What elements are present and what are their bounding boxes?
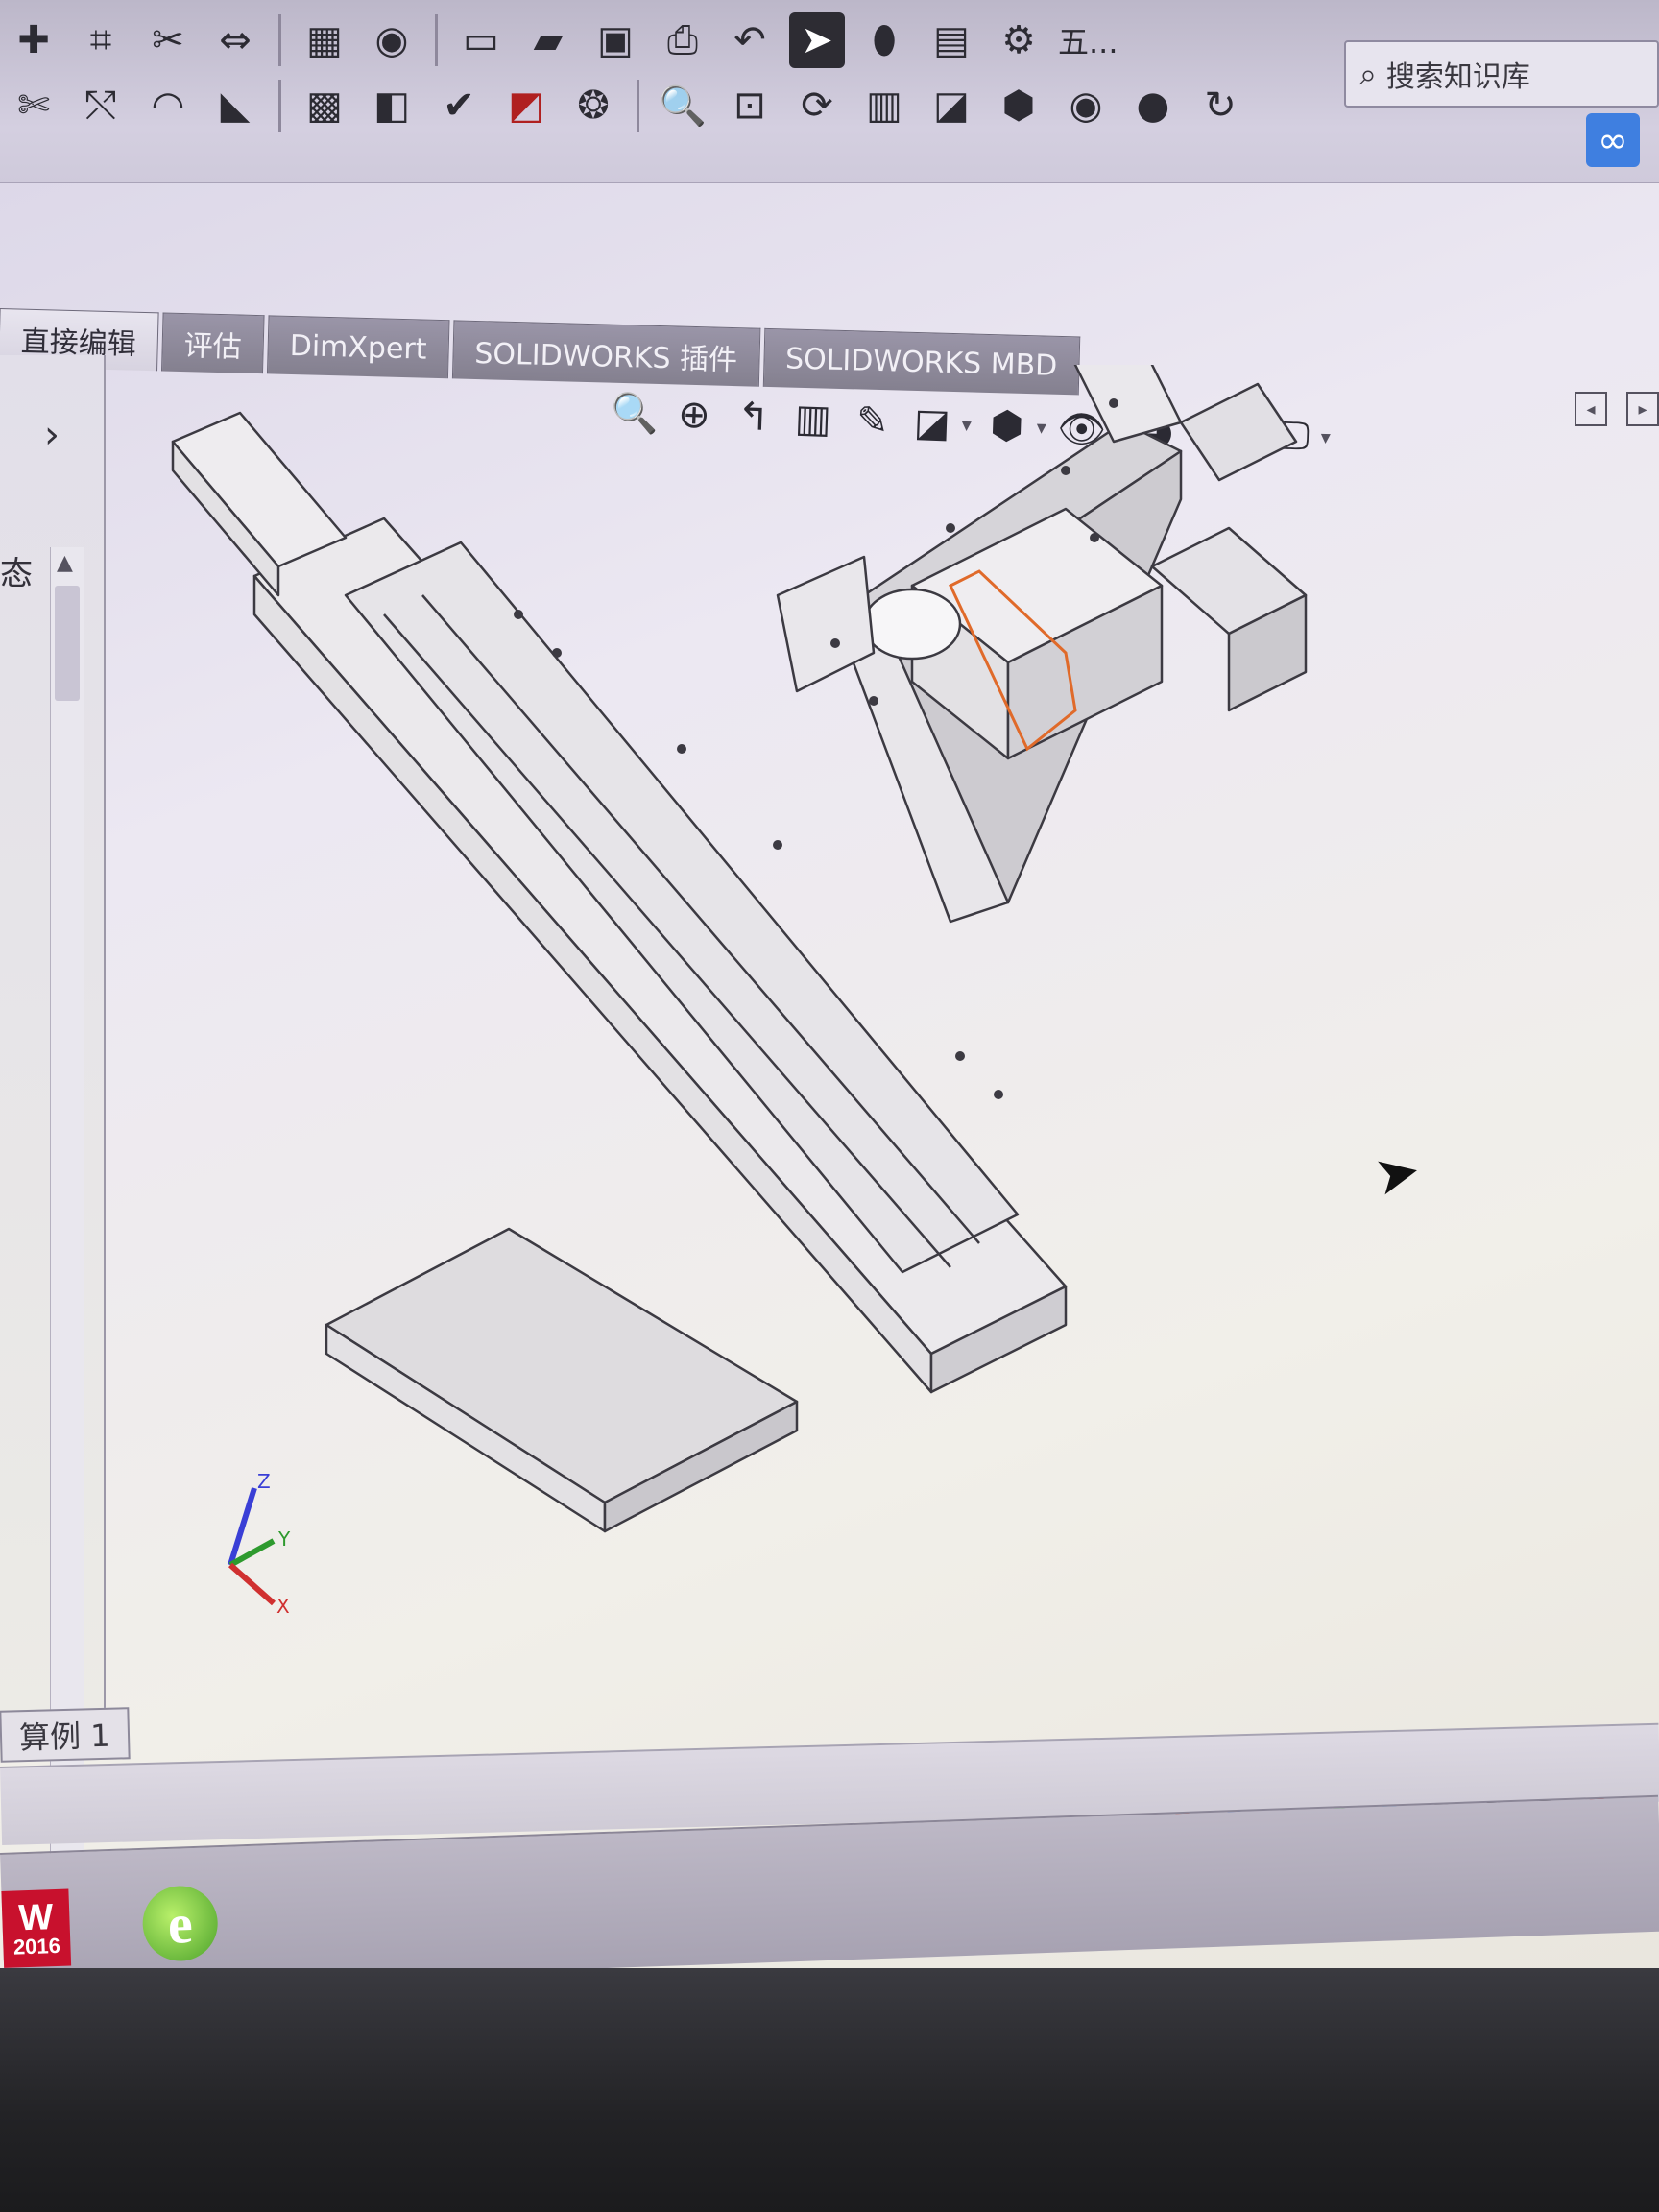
pattern-icon[interactable]: ❂ xyxy=(565,78,621,133)
revolve-icon[interactable]: ◉ xyxy=(364,12,420,68)
tab-label: 评估 xyxy=(183,329,243,365)
cloud-icon[interactable]: ∞ xyxy=(1586,113,1640,167)
graphics-area[interactable] xyxy=(106,325,1659,1651)
knowledge-search-field[interactable]: ⌕ 搜索知识库 xyxy=(1344,40,1659,108)
toolbar-separator xyxy=(278,14,281,66)
reference-triad: Z Y X xyxy=(228,1470,291,1618)
sketch-icon[interactable]: ✚ xyxy=(6,12,61,68)
new-document-icon[interactable]: ▭ xyxy=(453,12,509,68)
undo-icon[interactable]: ↶ xyxy=(722,12,778,68)
offset-icon[interactable]: ⤲ xyxy=(73,78,129,133)
select-icon[interactable]: ➤ xyxy=(789,12,845,68)
search-icon: ⌕ xyxy=(1359,55,1377,92)
refresh-icon[interactable]: ↻ xyxy=(1192,78,1248,133)
extruded-boss-icon[interactable]: ▩ xyxy=(297,78,352,133)
solidworks-year: 2016 xyxy=(12,1933,61,1960)
display-state-label: 态 xyxy=(0,555,33,593)
feature-manager-panel: › 态 ▲ ▼ xyxy=(0,355,106,1968)
monitor-screen: ✚ ⌗ ✂ ⇔ ▦ ◉ ▭ ▰ ▣ ⎙ ↶ ➤ ⬮ ▤ ⚙ 五... ✄ ⤲ ◠… xyxy=(0,0,1659,1968)
options-gear-icon[interactable]: ⚙ xyxy=(991,12,1046,68)
chamfer-icon[interactable]: ◣ xyxy=(207,78,263,133)
smart-dimension-icon[interactable]: ⌗ xyxy=(73,12,129,68)
study-tab-label: 算例 1 xyxy=(18,1717,111,1757)
search-placeholder: 搜索知识库 xyxy=(1385,60,1530,94)
cut-icon[interactable]: ◩ xyxy=(498,78,554,133)
solidworks-label: W xyxy=(17,1897,55,1939)
file-properties-icon[interactable]: ▤ xyxy=(924,12,979,68)
open-icon[interactable]: ▰ xyxy=(520,12,576,68)
rotate-view-icon[interactable]: ⟳ xyxy=(789,78,845,133)
taskbar-ie[interactable]: e xyxy=(126,1874,234,1968)
trim-icon[interactable]: ✂ xyxy=(140,12,196,68)
appearance-icon[interactable]: ● xyxy=(1125,78,1181,133)
shell-icon[interactable]: ◧ xyxy=(364,78,420,133)
chevron-right-icon[interactable]: › xyxy=(44,413,60,457)
triad-x-label: X xyxy=(276,1595,290,1618)
section-view-icon[interactable]: ▥ xyxy=(856,78,912,133)
toolbar-separator xyxy=(637,80,639,132)
study-tab[interactable]: 算例 1 xyxy=(0,1707,131,1763)
scroll-up-icon[interactable]: ▲ xyxy=(57,551,73,575)
zoom-fit-icon[interactable]: 🔍 xyxy=(655,78,710,133)
toolbar-separator xyxy=(278,80,281,132)
extrude-icon[interactable]: ▦ xyxy=(297,12,352,68)
taskbar-solidworks[interactable]: W 2016 xyxy=(0,1879,90,1968)
main-toolbar: ✚ ⌗ ✂ ⇔ ▦ ◉ ▭ ▰ ▣ ⎙ ↶ ➤ ⬮ ▤ ⚙ 五... ✄ ⤲ ◠… xyxy=(0,0,1659,183)
trim-entities-icon[interactable]: ✄ xyxy=(6,78,61,133)
print-icon[interactable]: ⎙ xyxy=(655,12,710,68)
zoom-area-icon[interactable]: ⊡ xyxy=(722,78,778,133)
tab-label: DimXpert xyxy=(289,328,427,367)
save-icon[interactable]: ▣ xyxy=(588,12,643,68)
truncated-label[interactable]: 五... xyxy=(1058,12,1118,68)
rebuild-icon[interactable]: ⬮ xyxy=(856,12,912,68)
monitor-bezel xyxy=(0,1968,1659,2212)
triad-y-label: Y xyxy=(277,1527,291,1551)
view-orientation-icon[interactable]: ◪ xyxy=(924,78,979,133)
cad-assembly-model[interactable] xyxy=(106,325,1659,1651)
triad-z-label: Z xyxy=(257,1470,271,1493)
toolbar-row-2: ✄ ⤲ ◠ ◣ ▩ ◧ ✔ ◩ ❂ 🔍 ⊡ ⟳ ▥ ◪ ⬢ ◉ ● ↻ xyxy=(0,67,1254,144)
display-style-icon[interactable]: ⬢ xyxy=(991,78,1046,133)
internet-explorer-icon: e xyxy=(141,1885,220,1962)
fillet-icon[interactable]: ◠ xyxy=(140,78,196,133)
hide-show-icon[interactable]: ◉ xyxy=(1058,78,1114,133)
check-icon[interactable]: ✔ xyxy=(431,78,487,133)
mirror-icon[interactable]: ⇔ xyxy=(207,12,263,68)
toolbar-separator xyxy=(435,14,438,66)
solidworks-logo-icon: W 2016 xyxy=(1,1888,72,1968)
scrollbar-thumb[interactable] xyxy=(55,586,80,701)
